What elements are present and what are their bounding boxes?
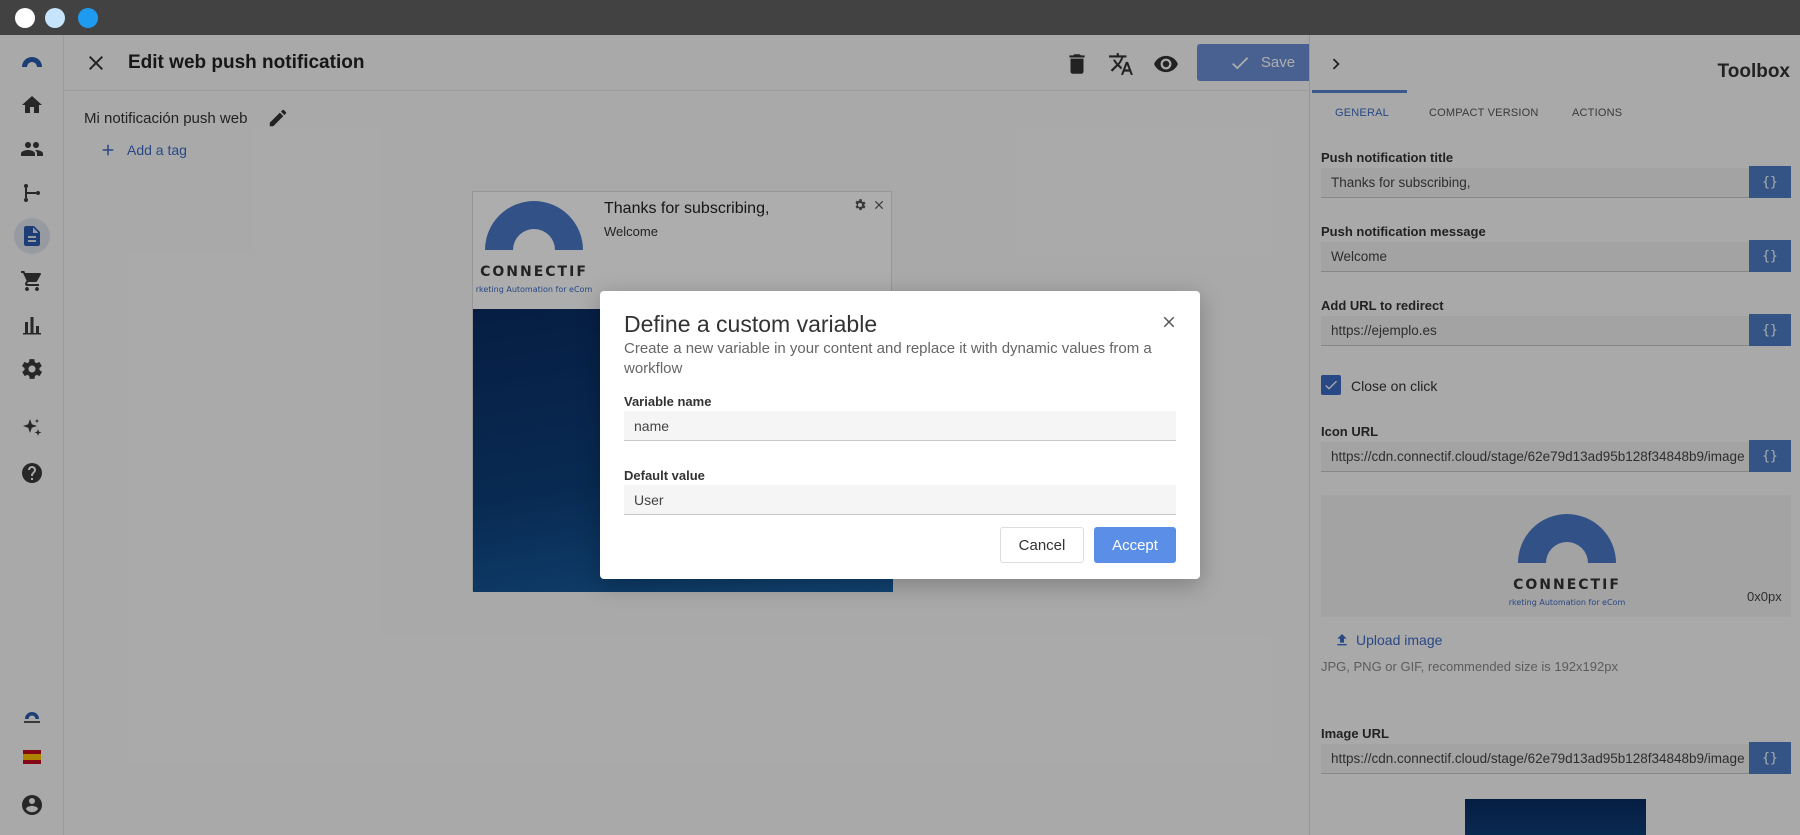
variable-name-input[interactable] [624,411,1176,441]
default-value-input[interactable] [624,485,1176,515]
dialog-subtitle: Create a new variable in your content an… [624,340,1152,377]
default-value-label: Default value [624,468,705,483]
window-minimize-dot[interactable] [45,8,65,28]
window-titlebar [0,0,1800,35]
window-maximize-dot[interactable] [78,8,98,28]
dialog-close-icon[interactable] [1160,313,1178,331]
custom-variable-dialog: Define a custom variable Create a new va… [600,291,1200,579]
variable-name-label: Variable name [624,394,712,409]
dialog-title: Define a custom variable [624,311,878,337]
window-close-dot[interactable] [15,8,35,28]
cancel-button[interactable]: Cancel [1000,527,1084,563]
accept-button[interactable]: Accept [1094,527,1176,563]
